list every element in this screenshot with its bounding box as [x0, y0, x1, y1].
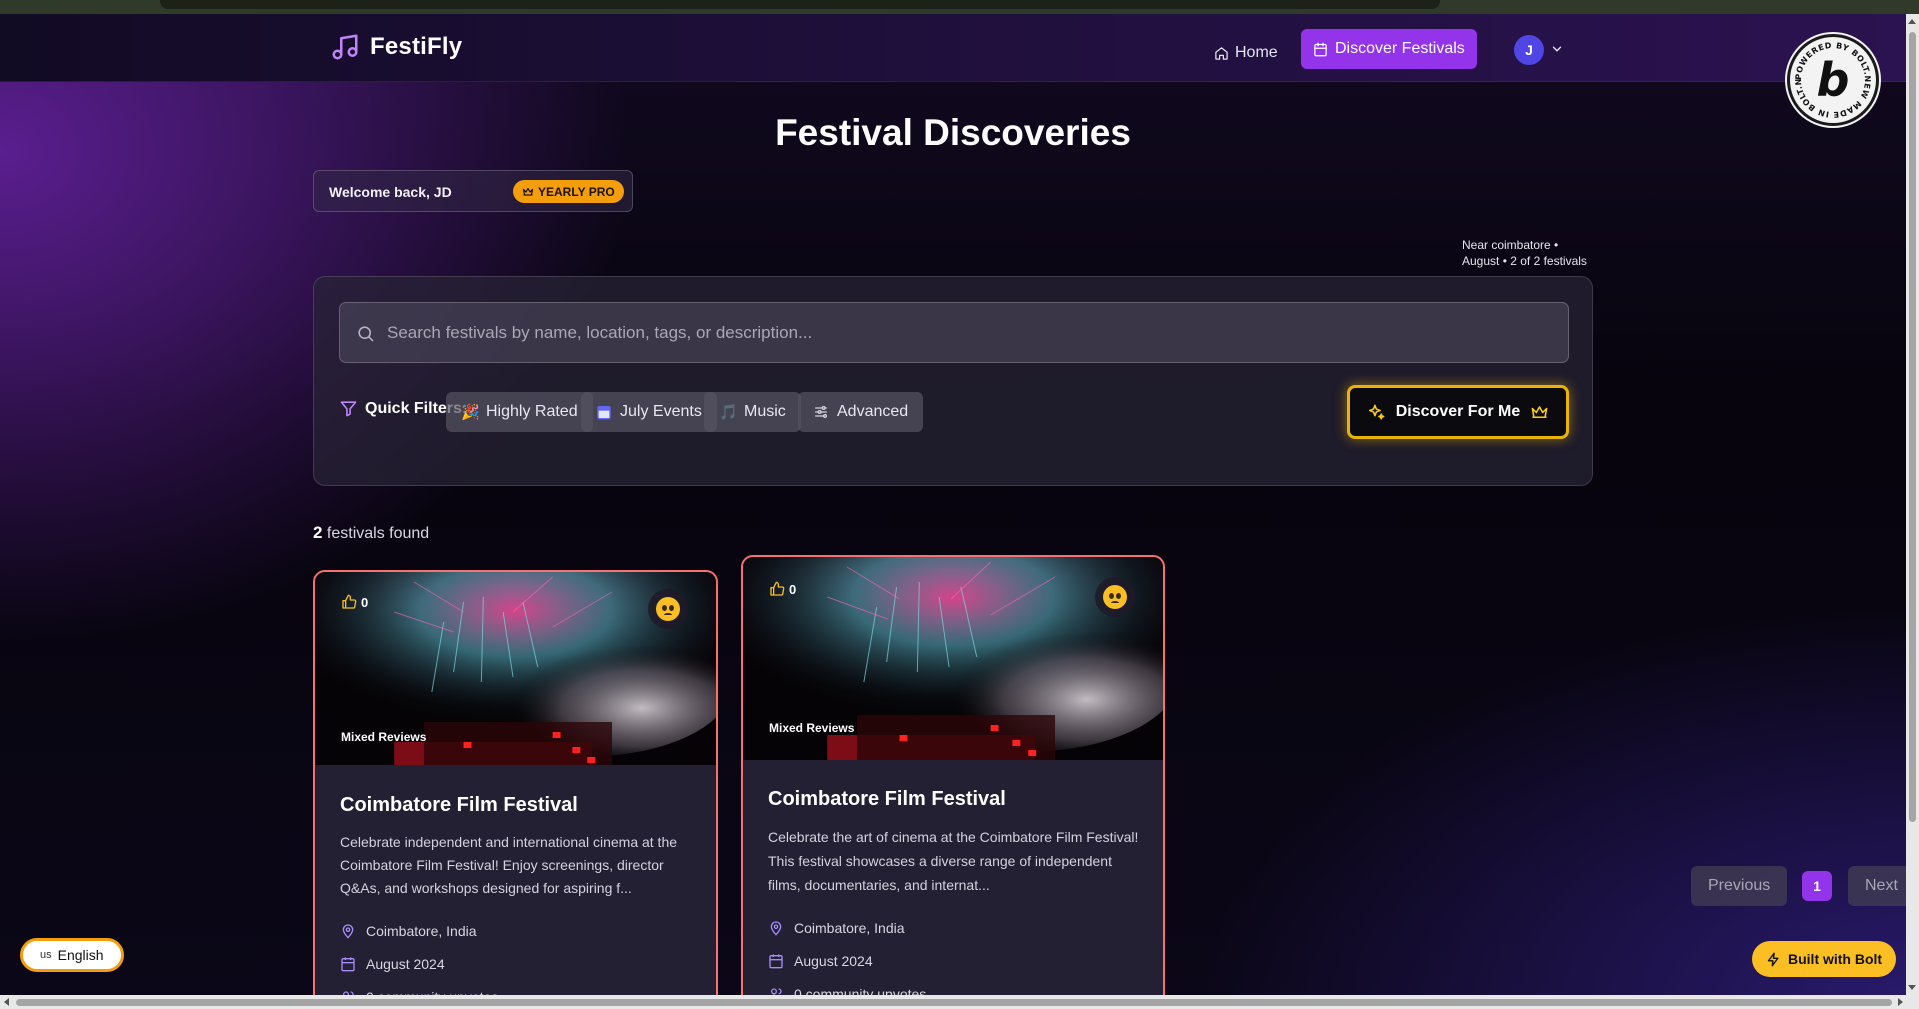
built-with-bolt-button[interactable]: Built with Bolt: [1752, 941, 1897, 977]
discover-for-me-button[interactable]: Discover For Me: [1347, 385, 1569, 439]
user-avatar[interactable]: J: [1514, 35, 1544, 65]
calendar-icon: [341, 956, 355, 971]
search-icon: [358, 326, 374, 342]
festival-location: Coimbatore, India: [340, 914, 694, 947]
upvote-count[interactable]: 0: [769, 581, 796, 597]
festival-date: August 2024: [340, 947, 694, 980]
language-label: English: [57, 947, 104, 963]
filter-chip-music[interactable]: 🎵 Music: [704, 392, 801, 432]
chevron-down-icon[interactable]: [1550, 42, 1564, 56]
festival-card-image: 0 Mixed Reviews: [315, 572, 716, 765]
festival-description: Celebrate independent and international …: [340, 834, 678, 896]
sparkles-icon: [1368, 404, 1385, 420]
chip-label: Highly Rated: [486, 403, 578, 420]
calendar-icon: [769, 953, 783, 968]
festival-date: August 2024: [768, 944, 1141, 977]
nav-home-link[interactable]: Home: [1206, 36, 1286, 70]
results-count-suffix: festivals found: [326, 525, 430, 542]
filter-chip-highly-rated[interactable]: 🎉 Highly Rated: [446, 392, 593, 432]
festival-title[interactable]: Coimbatore Film Festival: [340, 794, 694, 817]
location-line-1: Near coimbatore •: [1462, 238, 1559, 252]
festival-card[interactable]: 0 Mixed Reviews Coimbatore Film Festival…: [741, 555, 1165, 1009]
search-box[interactable]: [339, 302, 1569, 363]
horizontal-scrollbar[interactable]: [0, 995, 1919, 1009]
chip-label: Advanced: [837, 403, 909, 420]
scroll-up-arrow-icon[interactable]: [1908, 19, 1916, 24]
brand[interactable]: FestiFly: [330, 32, 462, 62]
upvote-number: 0: [789, 581, 797, 597]
festival-description: Celebrate the art of cinema at the Coimb…: [768, 829, 1139, 893]
pagination-page-1[interactable]: 1: [1802, 871, 1832, 901]
page-title: Festival Discoveries: [775, 112, 1131, 153]
location-line-2: August • 2 of 2 festivals: [1462, 254, 1587, 268]
top-navbar: FestiFly Home Discover Festivals J: [0, 14, 1906, 82]
thumbs-up-icon: [770, 581, 785, 596]
discover-for-me-label: Discover For Me: [1395, 403, 1521, 420]
vertical-scrollbar[interactable]: [1906, 14, 1919, 995]
pagination-previous-button[interactable]: Previous: [1691, 866, 1788, 906]
bolt-b-logo: b: [1816, 53, 1850, 107]
chip-label: Music: [744, 403, 786, 420]
location-text: Coimbatore, India: [794, 919, 905, 936]
horizontal-scrollbar-thumb[interactable]: [16, 999, 1892, 1006]
date-text: August 2024: [794, 952, 873, 969]
welcome-card: Welcome back, JD YEARLY PRO: [313, 170, 633, 212]
nav-discover-label: Discover Festivals: [1335, 40, 1465, 57]
party-popper-icon: 🎉: [461, 404, 480, 421]
music-note-logo-icon: [332, 34, 358, 60]
music-note-icon: 🎵: [719, 404, 738, 421]
search-panel: Quick Filters: 🎉 Highly Rated July Event…: [313, 276, 1593, 486]
brand-name: FestiFly: [370, 33, 463, 60]
results-count: 2 festivals found: [313, 523, 429, 543]
nav-discover-festivals-button[interactable]: Discover Festivals: [1301, 29, 1477, 69]
filter-icon: [340, 401, 357, 417]
chip-label: July Events: [620, 403, 702, 420]
festival-card-image: 0 Mixed Reviews: [743, 557, 1163, 760]
language-selector-button[interactable]: us English: [20, 938, 124, 972]
welcome-text: Welcome back, JD: [329, 184, 452, 200]
upvote-count[interactable]: 0: [341, 594, 368, 610]
calendar-icon: [1314, 42, 1327, 56]
built-with-bolt-label: Built with Bolt: [1788, 951, 1883, 967]
filter-chip-july-events[interactable]: July Events: [581, 392, 717, 432]
location-text: Coimbatore, India: [366, 922, 477, 939]
us-flag-icon: us: [40, 949, 52, 961]
calendar-icon: [597, 406, 611, 420]
browser-chrome-strip: [0, 0, 1919, 14]
review-tag: Mixed Reviews: [769, 721, 855, 735]
festival-title[interactable]: Coimbatore Film Festival: [768, 788, 1141, 811]
pagination-next-button[interactable]: Next: [1848, 866, 1915, 906]
search-input[interactable]: [387, 303, 1557, 362]
lightning-bolt-icon: [1767, 952, 1779, 966]
festival-card-body: Coimbatore Film Festival Celebrate the a…: [768, 788, 1141, 1009]
yearly-pro-badge: YEARLY PRO: [513, 180, 624, 203]
home-icon: [1215, 46, 1228, 60]
mixed-review-emoji-icon: [1095, 577, 1135, 617]
date-text: August 2024: [366, 955, 445, 972]
results-count-number: 2: [313, 523, 323, 542]
thumbs-up-icon: [342, 594, 357, 609]
map-pin-icon: [770, 920, 782, 936]
crown-icon: [522, 187, 534, 196]
scroll-down-arrow-icon[interactable]: [1908, 985, 1916, 990]
vertical-scrollbar-thumb[interactable]: [1909, 32, 1916, 822]
page: FestiFly Home Discover Festivals J POWER…: [0, 0, 1919, 1009]
review-tag: Mixed Reviews: [341, 730, 427, 744]
festival-card-body: Coimbatore Film Festival Celebrate indep…: [340, 794, 694, 1009]
festival-card[interactable]: 0 Mixed Reviews Coimbatore Film Festival…: [313, 570, 718, 1009]
location-summary: Near coimbatore • August • 2 of 2 festiv…: [1462, 237, 1587, 269]
scroll-right-arrow-icon[interactable]: [1898, 998, 1903, 1006]
sliders-icon: [815, 406, 827, 418]
upvote-number: 0: [361, 594, 369, 610]
scroll-left-arrow-icon[interactable]: [4, 998, 9, 1006]
mixed-review-emoji-icon: [648, 589, 688, 629]
filter-chip-advanced[interactable]: Advanced: [798, 392, 924, 432]
festival-location: Coimbatore, India: [768, 911, 1141, 944]
map-pin-icon: [342, 923, 354, 939]
browser-url-bar: [160, 0, 1440, 9]
crown-icon: [1531, 405, 1548, 418]
plan-badge-label: YEARLY PRO: [538, 184, 615, 199]
nav-home-label: Home: [1235, 44, 1278, 61]
